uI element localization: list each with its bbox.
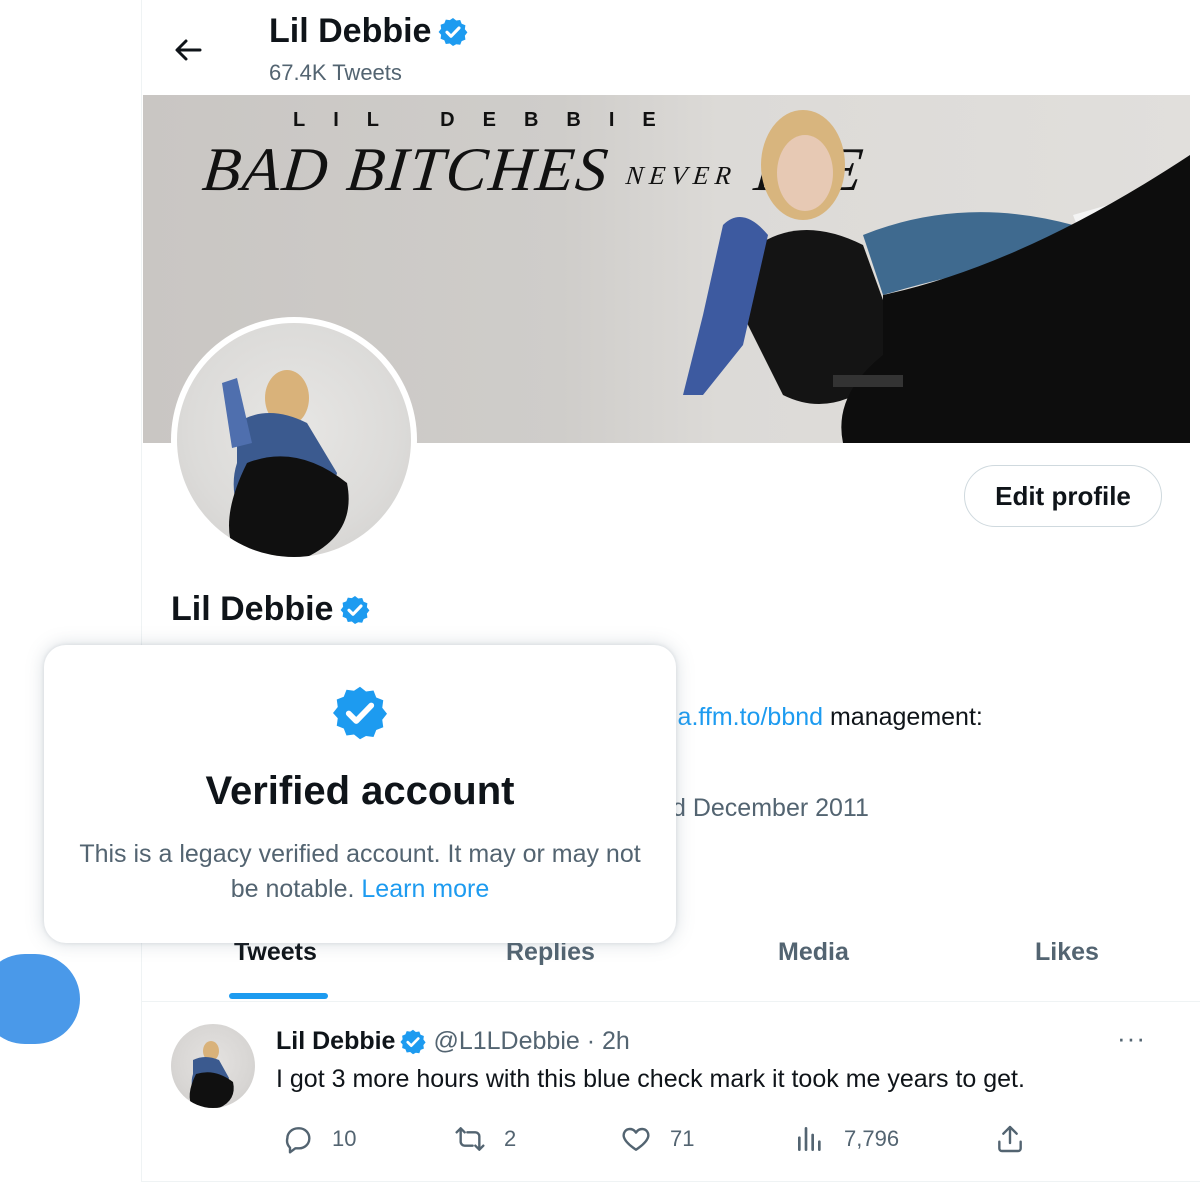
reply-icon [285,1127,311,1154]
reply-count: 10 [332,1126,357,1151]
view-count: 7,796 [844,1126,900,1151]
tweet-compose-button[interactable] [0,954,80,1044]
joined-date: d December 2011 [672,794,869,822]
retweet-count: 2 [504,1126,517,1151]
profile-display-name: Lil Debbie [171,590,371,629]
reply-button[interactable]: 10 [282,1123,356,1155]
tweet-actions: 10 2 71 7,796 [276,1123,1176,1159]
bio-line: ia.ffm.to/bbnd management: [672,703,983,732]
like-button[interactable]: 71 [620,1123,694,1155]
tab-likes[interactable]: Likes [1035,938,1099,967]
bio-link[interactable]: ia.ffm.to/bbnd [672,703,823,731]
edit-profile-button[interactable]: Edit profile [964,465,1162,527]
tweet-author-name[interactable]: Lil Debbie [276,1027,395,1056]
left-nav-rail [0,0,142,1182]
tweet-author-avatar[interactable] [171,1024,255,1108]
tweet-count: 67.4K Tweets [269,60,402,85]
share-button[interactable] [994,1123,1026,1155]
profile-column: Lil Debbie 67.4K Tweets LIL DEBBIE BAD B… [141,0,1200,1182]
views-icon [798,1127,821,1151]
tab-media[interactable]: Media [778,938,849,967]
tweet-handle-time[interactable]: @L1LDebbie · 2h [433,1027,629,1056]
profile-avatar-photo [177,323,411,557]
tweet-header: Lil Debbie @L1LDebbie · 2h [276,1027,630,1056]
verified-badge-icon[interactable] [399,1028,427,1056]
share-icon [998,1125,1022,1153]
profile-avatar[interactable] [171,317,417,563]
bio-text: management: [823,703,983,731]
back-button[interactable] [170,32,206,68]
heart-icon [622,1127,650,1151]
verified-badge-icon[interactable] [339,594,371,626]
verified-badge-icon [439,17,468,46]
learn-more-link[interactable]: Learn more [361,875,489,903]
views-button[interactable]: 7,796 [794,1123,899,1155]
like-count: 71 [670,1126,695,1151]
retweet-button[interactable]: 2 [454,1123,516,1155]
tweet-item[interactable]: Lil Debbie @L1LDebbie · 2h ··· I got 3 m… [142,1003,1200,1182]
active-tab-indicator [229,993,328,999]
verified-badge-icon [333,686,387,740]
verified-account-popover: Verified account This is a legacy verifi… [44,645,676,943]
arrow-left-icon [175,39,202,61]
tweet-text: I got 3 more hours with this blue check … [276,1065,1025,1093]
profile-header-bar: Lil Debbie 67.4K Tweets [142,0,1200,95]
popover-title: Verified account [205,769,515,813]
popover-description: This is a legacy verified account. It ma… [74,837,646,907]
profile-name-text: Lil Debbie [171,590,334,628]
retweet-icon [455,1127,485,1151]
more-options-icon[interactable]: ··· [1117,1023,1146,1054]
popover-desc-text: This is a legacy verified account. It ma… [79,840,641,903]
header-name: Lil Debbie [269,12,469,51]
header-name-text: Lil Debbie [269,12,432,50]
popover-verified-icon-wrap [330,683,390,748]
